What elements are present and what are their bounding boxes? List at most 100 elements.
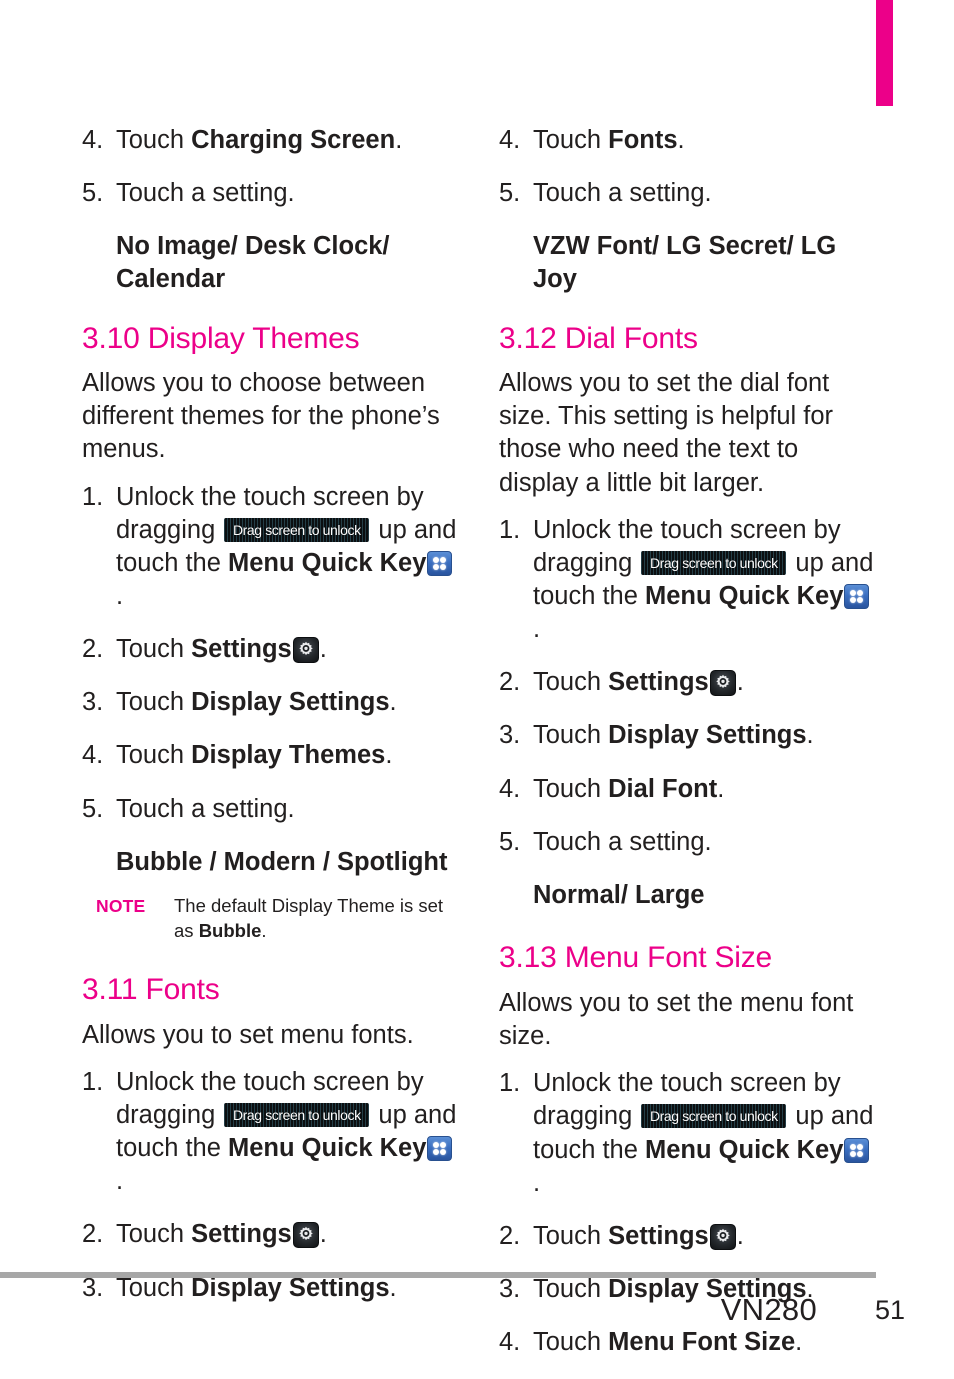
step-number: 1. xyxy=(82,482,104,511)
step-text: Touch a setting. xyxy=(533,827,712,856)
step-item: 3. Touch Display Settings. xyxy=(82,686,457,719)
step-item: 1. Unlock the touch screen by dragging D… xyxy=(82,481,457,614)
step-item: 5. Touch a setting. xyxy=(82,793,457,826)
section-heading-menu-font-size: 3.13 Menu Font Size xyxy=(499,941,773,975)
step-item: 2. Touch Settings. xyxy=(499,666,874,699)
menu-quick-key-icon[interactable] xyxy=(427,1136,453,1162)
step-item: 2. Touch Settings. xyxy=(82,633,457,666)
step-item: 5. Touch a setting. xyxy=(499,826,874,859)
note-text-bold: Bubble xyxy=(198,919,262,941)
setting-options: Bubble / Modern / Spotlight xyxy=(116,847,448,876)
note-text: The default Display Theme is set as Bubb… xyxy=(174,894,457,943)
step-text-bold: Charging Screen xyxy=(191,126,396,154)
section-intro-menu-font-size: Allows you to set the menu font size. xyxy=(499,989,854,1051)
step-item: 2. Touch Settings. xyxy=(499,1220,874,1253)
step-text-post: . xyxy=(533,615,541,644)
step-text-post: . xyxy=(319,1220,327,1249)
step-text-pre: Touch xyxy=(533,1221,609,1250)
step-number: 2. xyxy=(499,1221,521,1250)
step-item: 4. Touch Display Themes. xyxy=(82,739,457,772)
note-text-post: . xyxy=(261,919,267,941)
step-text-post: . xyxy=(319,635,327,664)
step-text-bold: Menu Quick Key xyxy=(228,548,427,577)
step-text: Unlock the touch screen by dragging Drag… xyxy=(116,1066,457,1199)
step-number: 5. xyxy=(499,179,521,208)
step-text-post: . xyxy=(395,126,403,154)
step-text-bold: Menu Quick Key xyxy=(645,1135,844,1164)
step-item: 1. Unlock the touch screen by dragging D… xyxy=(82,1066,457,1199)
step-text-bold: Display Settings xyxy=(191,688,390,717)
settings-gear-icon[interactable] xyxy=(709,1223,736,1250)
step-text-bold: Settings xyxy=(608,668,709,697)
menu-quick-key-icon[interactable] xyxy=(844,1137,870,1163)
step-text-bold: Display Settings xyxy=(608,721,807,750)
step-number: 2. xyxy=(82,635,104,664)
step-text-post: . xyxy=(116,1167,124,1196)
step-number: 2. xyxy=(82,1220,104,1249)
step-number: 4. xyxy=(499,774,521,803)
page-footer: VN280 51 xyxy=(0,1285,905,1335)
settings-gear-icon[interactable] xyxy=(292,637,319,664)
step-text-bold: Settings xyxy=(608,1221,709,1250)
step-text-post: . xyxy=(533,1168,541,1197)
drag-screen-to-unlock-icon[interactable]: Drag screen to unlock xyxy=(224,517,370,542)
step-text-post: . xyxy=(736,1221,744,1250)
device-model-label: VN280 xyxy=(720,1292,817,1327)
settings-gear-icon[interactable] xyxy=(292,1222,319,1249)
step-text-post: . xyxy=(806,721,814,750)
menu-quick-key-icon[interactable] xyxy=(427,550,453,576)
section-intro-fonts: Allows you to set menu fonts. xyxy=(82,1020,414,1049)
step-text: Unlock the touch screen by dragging Drag… xyxy=(533,514,874,647)
step-text-post: . xyxy=(736,668,744,697)
menu-quick-key-icon[interactable] xyxy=(844,583,870,609)
step-text-bold: Menu Quick Key xyxy=(228,1134,427,1163)
step-text: Unlock the touch screen by dragging Drag… xyxy=(116,481,457,614)
step-text-pre: Touch xyxy=(533,668,609,697)
drag-screen-to-unlock-icon[interactable]: Drag screen to unlock xyxy=(224,1102,370,1127)
step-text-bold: Fonts xyxy=(608,126,678,154)
step-number: 1. xyxy=(499,1069,521,1098)
step-text-post: . xyxy=(717,774,725,803)
note-block: NOTE The default Display Theme is set as… xyxy=(96,894,457,943)
chapter-tab-marker xyxy=(876,0,893,106)
step-text-pre: Touch xyxy=(533,721,609,750)
step-text-pre: Touch xyxy=(116,1220,192,1249)
step-text-post: . xyxy=(385,741,393,770)
step-text: Touch Settings. xyxy=(116,1218,457,1251)
left-column: 4. Touch Charging Screen. 5. Touch a set… xyxy=(82,124,457,1325)
step-text-bold: Display Themes xyxy=(191,741,386,770)
step-number: 4. xyxy=(82,741,104,770)
drag-screen-to-unlock-label: Drag screen to unlock xyxy=(232,1106,361,1123)
step-text: Touch Settings. xyxy=(533,1220,874,1253)
step-text: Touch Charging Screen. xyxy=(116,124,457,157)
step-text-pre: Touch xyxy=(116,741,192,770)
step-text-pre: Touch xyxy=(533,126,609,154)
step-number: 5. xyxy=(82,179,104,208)
drag-screen-to-unlock-icon[interactable]: Drag screen to unlock xyxy=(641,550,787,575)
manual-page: 4. Touch Charging Screen. 5. Touch a set… xyxy=(0,0,954,1371)
step-text: Touch Settings. xyxy=(116,633,457,666)
step-text-bold: Settings xyxy=(191,635,292,664)
drag-screen-to-unlock-label: Drag screen to unlock xyxy=(649,1108,778,1125)
step-text: Touch a setting. xyxy=(116,794,295,823)
step-item: 4. Touch Fonts. xyxy=(499,124,874,157)
drag-screen-to-unlock-label: Drag screen to unlock xyxy=(649,554,778,571)
step-text-pre: Touch xyxy=(533,774,609,803)
drag-screen-to-unlock-icon[interactable]: Drag screen to unlock xyxy=(641,1104,787,1129)
settings-gear-icon[interactable] xyxy=(709,670,736,697)
step-text: Touch Display Settings. xyxy=(533,719,874,752)
drag-screen-to-unlock-label: Drag screen to unlock xyxy=(232,521,361,538)
setting-options: No Image/ Desk Clock/ Calendar xyxy=(116,232,390,293)
step-text-bold: Dial Font xyxy=(608,774,718,803)
step-number: 4. xyxy=(82,126,104,154)
step-item: 4. Touch Dial Font. xyxy=(499,773,874,806)
step-text: Touch a setting. xyxy=(533,179,712,208)
setting-options: Normal/ Large xyxy=(533,880,705,909)
step-number: 3. xyxy=(82,688,104,717)
step-text: Touch Display Themes. xyxy=(116,739,457,772)
step-number: 3. xyxy=(499,721,521,750)
step-number: 1. xyxy=(82,1067,104,1096)
setting-options: VZW Font/ LG Secret/ LG Joy xyxy=(533,232,837,293)
right-column: 4. Touch Fonts. 5. Touch a setting. VZW … xyxy=(499,124,874,1379)
step-text-post: . xyxy=(677,126,685,154)
